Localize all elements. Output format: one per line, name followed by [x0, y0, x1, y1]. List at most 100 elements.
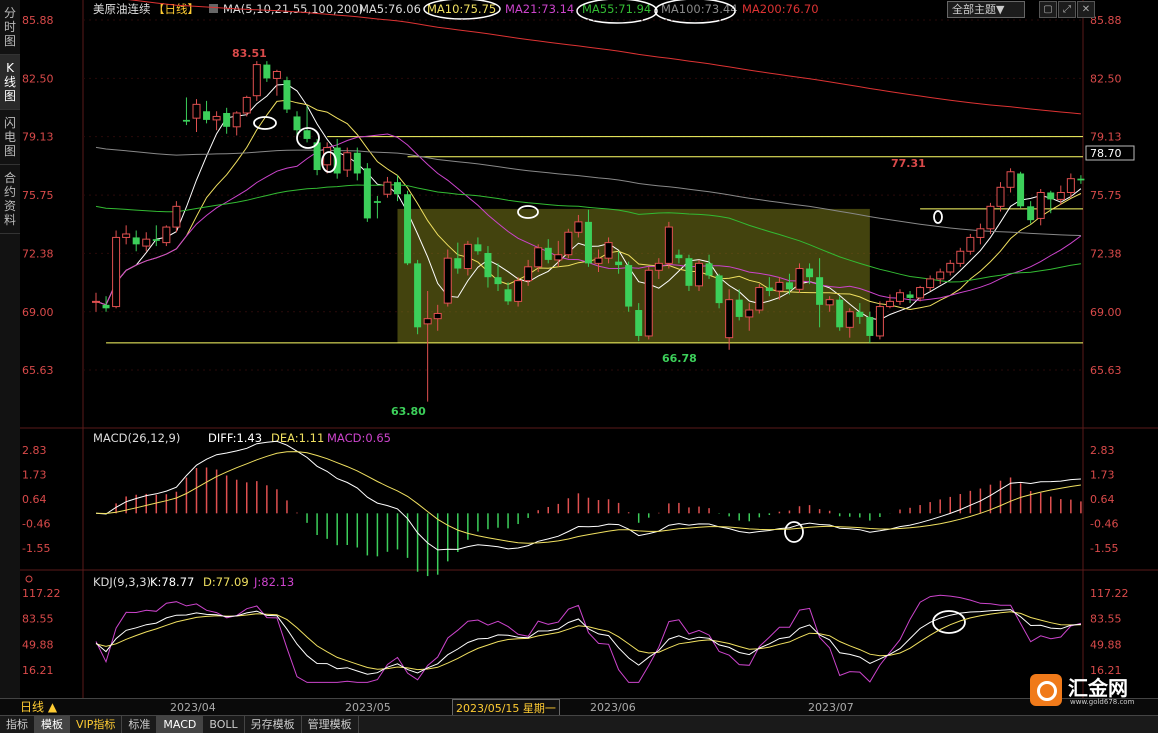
template-tabbar: 指标 模板 VIP指标 标准 MACD BOLL 另存模板 管理模板	[0, 715, 1158, 733]
instrument-name: 美原油连续	[93, 2, 151, 16]
time-axis: 日线 ▲ 2023/04 2023/05 2023/05/15 星期一 2023…	[0, 698, 1158, 716]
candle-body	[625, 265, 633, 307]
gold678-logo: 汇金网 www.gold678.com	[1030, 668, 1150, 708]
candle-body	[142, 238, 151, 247]
tab-timeshare[interactable]: 分时图	[0, 0, 20, 55]
candle-body	[936, 271, 945, 280]
candle-body	[946, 262, 955, 273]
tab-manage-template[interactable]: 管理模板	[302, 716, 359, 733]
candle-body	[484, 252, 492, 278]
candle-body	[635, 310, 643, 336]
candle-body	[242, 96, 251, 114]
tab-template[interactable]: 模板	[35, 716, 70, 733]
ma55-value: MA55:71.94	[582, 2, 651, 16]
candle-body	[735, 299, 743, 317]
candle-body	[825, 299, 834, 306]
candle-body	[414, 263, 422, 328]
candle-body	[172, 205, 181, 228]
kdj-tick-label: 117.22	[1090, 587, 1129, 600]
candle-body	[1077, 178, 1085, 181]
candle-body	[594, 257, 603, 264]
candle-body	[333, 147, 341, 174]
candle-body	[353, 152, 361, 174]
price-tick-label: 79.13	[1090, 131, 1122, 144]
macd-diff: DIFF:1.43	[208, 431, 262, 445]
period-selector[interactable]: 日线 ▲	[20, 699, 57, 716]
candle-body	[363, 168, 371, 219]
tab-flash[interactable]: 闪电图	[0, 110, 20, 165]
candle-body	[806, 268, 814, 278]
ma10-value: MA10:75.75	[427, 2, 496, 16]
macd-tick-label: -0.46	[1090, 518, 1118, 531]
candle-body	[916, 287, 925, 299]
candle-body	[454, 258, 462, 269]
candle-body	[906, 294, 914, 298]
tab-kline[interactable]: K线图	[0, 55, 20, 110]
theme-dropdown[interactable]: 全部主题▼	[947, 1, 1025, 18]
kline-chart[interactable]: 美原油连续 【日线】 MA(5,10,21,55,100,200) MA5:76…	[20, 0, 1158, 698]
candle-body	[885, 300, 894, 308]
price-tick-label: 69.00	[22, 306, 54, 319]
candle-body	[956, 250, 965, 264]
candle-body	[1006, 171, 1015, 188]
candle-body	[1066, 178, 1075, 193]
expand-icon[interactable]: ⤢	[1058, 1, 1076, 18]
price-tick-label: 72.38	[1090, 247, 1122, 260]
tab-save-template[interactable]: 另存模板	[245, 716, 302, 733]
macd-tick-label: -1.55	[1090, 542, 1118, 555]
tab-standard[interactable]: 标准	[122, 716, 158, 733]
candle-body	[252, 64, 261, 97]
candle-body	[574, 221, 583, 233]
candle-body	[122, 233, 131, 238]
candle-body	[604, 242, 613, 259]
candle-body	[715, 275, 723, 304]
kdj-d: D:77.09	[203, 575, 249, 589]
tab-contract-info[interactable]: 合约资料	[0, 165, 20, 234]
price-highlight: 78.70	[1090, 147, 1122, 160]
candle-body	[785, 282, 793, 290]
tab-indicator[interactable]: 指标	[0, 716, 35, 733]
kdj-tick-label: 117.22	[22, 587, 61, 600]
candle-body	[514, 280, 523, 302]
price-tick-label: 65.63	[1090, 364, 1122, 377]
tab-vip-indicator[interactable]: VIP指标	[70, 716, 123, 733]
candle-body	[182, 119, 190, 122]
candle-body	[443, 257, 452, 304]
macd-tick-label: 1.73	[1090, 469, 1115, 482]
candle-body	[816, 277, 824, 305]
candle-body	[192, 103, 201, 119]
candle-body	[212, 115, 221, 121]
ma-toggle-icon[interactable]	[209, 4, 218, 13]
kdj-tick-label: 49.88	[1090, 638, 1122, 651]
candle-body	[765, 287, 773, 292]
candle-body	[1056, 191, 1065, 200]
pin-icon[interactable]: ▢	[1039, 1, 1057, 18]
kdj-tick-label: 49.88	[22, 638, 54, 651]
chart-type-sidebar: 分时图 K线图 闪电图 合约资料	[0, 0, 21, 715]
candle-body	[705, 263, 713, 276]
logo-icon	[1030, 674, 1062, 706]
candle-body	[162, 226, 171, 244]
candle-body	[745, 309, 754, 318]
month-label: 2023/06	[590, 701, 636, 714]
price-tick-label: 79.13	[22, 131, 54, 144]
candle-body	[695, 262, 703, 287]
macd-dea: DEA:1.11	[271, 431, 324, 445]
macd-value: MACD:0.65	[327, 431, 391, 445]
candle-body	[875, 306, 884, 337]
macd-tick-label: -0.46	[22, 518, 50, 531]
tab-boll[interactable]: BOLL	[203, 716, 245, 733]
candle-body	[544, 247, 552, 260]
low-annotation: 63.80	[391, 405, 426, 418]
cursor-date: 2023/05/15 星期一	[452, 699, 560, 716]
candle-body	[615, 261, 623, 266]
recent-high-annotation: 77.31	[891, 157, 926, 170]
candle-body	[966, 236, 975, 252]
period-label: 【日线】	[153, 2, 199, 16]
kdj-j: J:82.13	[253, 575, 294, 589]
close-icon[interactable]: ✕	[1077, 1, 1095, 18]
tab-macd[interactable]: MACD	[157, 716, 204, 733]
candle-body	[343, 152, 352, 171]
price-tick-label: 75.75	[1090, 189, 1122, 202]
candle-body	[685, 258, 693, 286]
